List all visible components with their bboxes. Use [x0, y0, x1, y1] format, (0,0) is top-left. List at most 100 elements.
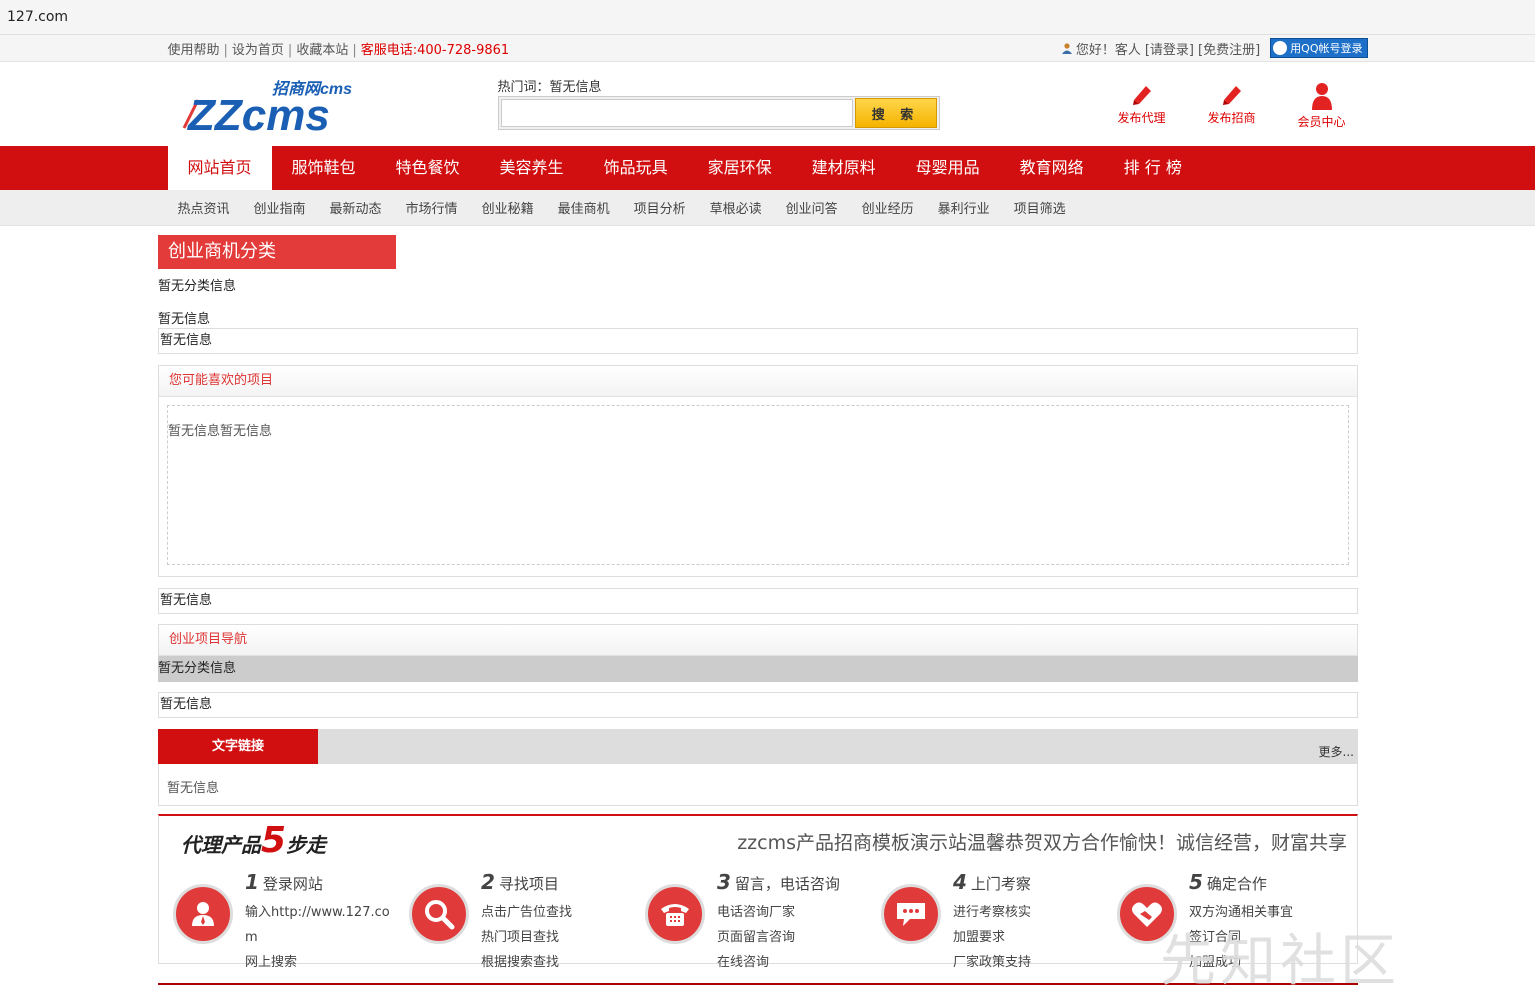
post-agent-link[interactable]: 发布代理	[1112, 82, 1172, 126]
member-center-link[interactable]: 会员中心	[1292, 82, 1352, 130]
nav-catering[interactable]: 特色餐饮	[376, 146, 480, 190]
step-title: 1 登录网站	[245, 870, 323, 894]
top-links: 使用帮助 | 设为首页 | 收藏本站 | 客服电话:400-728-9861	[167, 42, 510, 58]
step-line: 输入http://www.127.co	[245, 905, 390, 920]
subnav-item[interactable]: 项目筛选	[1014, 198, 1066, 217]
subnav-item[interactable]: 暴利行业	[938, 198, 990, 217]
subnav-item[interactable]: 最佳商机	[558, 198, 610, 217]
text-links-body: 暂无信息	[158, 764, 1358, 806]
magnifier-icon	[409, 884, 469, 944]
project-nav-category-bar: 暂无分类信息	[158, 656, 1358, 682]
step-item: 1 登录网站 输入http://www.127.co m 网上搜索	[159, 870, 395, 970]
project-nav-title: 创业项目导航	[159, 625, 1357, 656]
qq-penguin-icon	[1273, 41, 1288, 55]
register-link[interactable]: [免费注册]	[1198, 39, 1260, 58]
set-homepage-link[interactable]: 设为首页	[232, 43, 284, 58]
subnav-item[interactable]: 创业问答	[786, 198, 838, 217]
steps-title-number: 5	[261, 820, 287, 861]
step-line: 在线咨询	[717, 955, 770, 970]
qq-login-label: 用QQ帐号登录	[1290, 42, 1363, 55]
greeting-text: 您好！客人	[1075, 42, 1141, 58]
nav-ranking[interactable]: 排 行 榜	[1104, 146, 1202, 190]
step-title: 2 寻找项目	[481, 870, 559, 894]
step-line: 点击广告位查找	[481, 905, 573, 920]
member-center-label: 会员中心	[1297, 115, 1346, 129]
recommended-panel: 您可能喜欢的项目 暂无信息暂无信息	[158, 365, 1358, 577]
no-category-text: 暂无分类信息	[158, 661, 237, 676]
steps-title-b: 步走	[286, 833, 327, 857]
search-box: 搜 索	[497, 96, 940, 130]
step-title: 5 确定合作	[1189, 870, 1267, 894]
category-title: 创业商机分类	[158, 235, 396, 269]
top-utility-bar: 使用帮助 | 设为首页 | 收藏本站 | 客服电话:400-728-9861 您好！客人 […	[0, 35, 1535, 62]
step-line: 热门项目查找	[481, 930, 560, 945]
subnav-item[interactable]: 市场行情	[406, 198, 458, 217]
info-row: 暂无信息	[158, 588, 1358, 614]
nav-accessories[interactable]: 饰品玩具	[584, 146, 688, 190]
no-info-text: 暂无信息	[160, 333, 213, 348]
subnav-item[interactable]: 创业指南	[254, 198, 306, 217]
step-line: 厂家政策支持	[953, 955, 1032, 970]
step-line: 页面留言咨询	[717, 930, 796, 945]
qq-login-button[interactable]: 用QQ帐号登录	[1270, 38, 1368, 58]
text-links-tab[interactable]: 文字链接	[158, 729, 318, 764]
text-links-header: 文字链接 更多...	[158, 729, 1358, 764]
subnav-item[interactable]: 创业经历	[862, 198, 914, 217]
phone-icon	[645, 884, 705, 944]
address-bar[interactable]: 127.com	[0, 0, 1535, 35]
nav-baby[interactable]: 母婴用品	[896, 146, 1000, 190]
search-input[interactable]	[500, 99, 853, 127]
step-line: 加盟要求	[953, 930, 1006, 945]
post-invest-link[interactable]: 发布招商	[1202, 82, 1262, 126]
nav-building[interactable]: 建材原料	[792, 146, 896, 190]
subnav-item[interactable]: 草根必读	[710, 198, 762, 217]
steps-title: 代理产品5步走	[181, 820, 326, 861]
subnav-item[interactable]: 热点资讯	[178, 198, 230, 217]
bookmark-link[interactable]: 收藏本站	[296, 43, 348, 58]
pen-icon	[1222, 86, 1241, 105]
site-logo[interactable]: 招商网cms ZZcms	[180, 78, 380, 140]
chat-icon	[881, 884, 941, 944]
user-icon	[1061, 43, 1072, 54]
info-row: 暂无信息	[158, 692, 1358, 718]
recommended-title: 您可能喜欢的项目	[159, 366, 1357, 397]
step-title: 3 留言，电话咨询	[717, 870, 840, 894]
site-header: 招商网cms ZZcms 热门词：暂无信息 搜 索 发布代理 发布招商 会员中心	[0, 62, 1535, 146]
logo-wordmark: ZZcms	[186, 91, 330, 134]
service-tel: 客服电话:400-728-9861	[360, 42, 510, 58]
nav-education[interactable]: 教育网络	[1000, 146, 1104, 190]
url-text: 127.com	[7, 9, 69, 25]
project-nav-panel: 创业项目导航	[158, 624, 1358, 657]
user-icon	[1311, 83, 1332, 110]
step-item: 3 留言，电话咨询 电话咨询厂家 页面留言咨询 在线咨询	[631, 870, 867, 970]
pen-icon	[1132, 86, 1151, 105]
login-link[interactable]: [请登录]	[1145, 39, 1194, 58]
no-info-text: 暂无信息	[160, 593, 213, 608]
zzcms-logo-icon: 招商网cms ZZcms	[182, 80, 352, 140]
step-title: 4 上门考察	[953, 870, 1031, 894]
nav-apparel[interactable]: 服饰鞋包	[272, 146, 376, 190]
recommended-body: 暂无信息暂无信息	[167, 405, 1349, 565]
step-line: 进行考察核实	[953, 905, 1032, 920]
no-info-text: 暂无信息暂无信息	[168, 424, 273, 439]
nav-beauty[interactable]: 美容养生	[480, 146, 584, 190]
step-line: 根据搜索查找	[481, 955, 560, 970]
subnav-item[interactable]: 创业秘籍	[482, 198, 534, 217]
post-invest-label: 发布招商	[1207, 111, 1256, 125]
search-button[interactable]: 搜 索	[854, 98, 937, 128]
more-links-link[interactable]: 更多...	[1319, 743, 1354, 760]
user-area: 您好！客人 [请登录] [免费注册] 用QQ帐号登录	[1061, 38, 1368, 58]
nav-home-eco[interactable]: 家居环保	[688, 146, 792, 190]
subnav-item[interactable]: 项目分析	[634, 198, 686, 217]
no-info-text: 暂无信息	[167, 781, 220, 796]
info-row: 暂无信息	[158, 328, 1358, 354]
step-item: 2 寻找项目 点击广告位查找 热门项目查找 根据搜索查找	[395, 870, 631, 970]
main-nav: 网站首页 服饰鞋包 特色餐饮 美容养生 饰品玩具 家居环保 建材原料 母婴用品 …	[0, 146, 1535, 190]
step-line: 电话咨询厂家	[717, 905, 796, 920]
post-agent-label: 发布代理	[1117, 111, 1166, 125]
sub-nav: 热点资讯 创业指南 最新动态 市场行情 创业秘籍 最佳商机 项目分析 草根必读 …	[0, 190, 1535, 226]
help-link[interactable]: 使用帮助	[168, 43, 220, 58]
nav-home[interactable]: 网站首页	[167, 146, 272, 190]
steps-slogan: zzcms产品招商模板演示站温馨恭贺双方合作愉快！诚信经营，财富共享	[737, 832, 1347, 854]
subnav-item[interactable]: 最新动态	[330, 198, 382, 217]
